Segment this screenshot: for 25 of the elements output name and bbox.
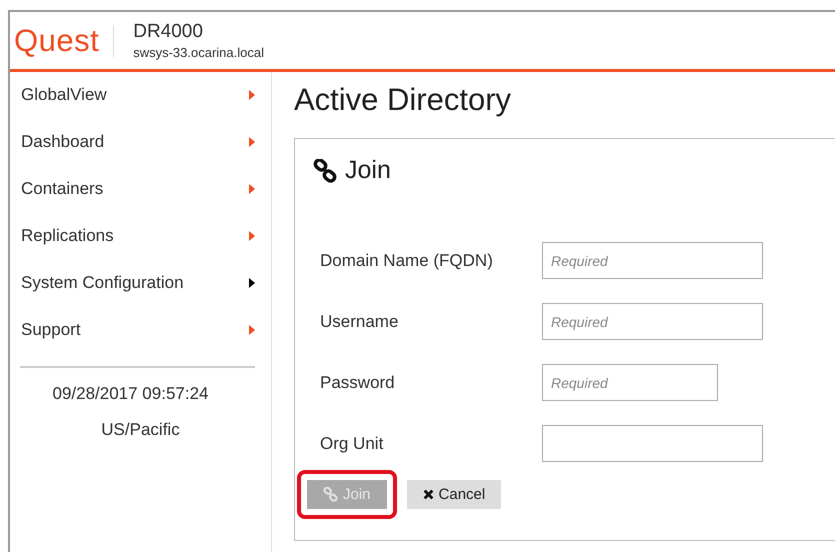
link-icon [313, 158, 337, 182]
sidebar-item[interactable]: Dashboard [10, 132, 271, 179]
timezone: US/Pacific [100, 420, 181, 440]
sidebar-item[interactable]: GlobalView [10, 85, 271, 132]
field-label: Domain Name (FQDN) [320, 250, 494, 270]
page-title: Active Directory [294, 82, 512, 118]
input-field[interactable]: Required [542, 303, 763, 340]
field-label: Password [320, 372, 396, 392]
field-label: Username [320, 312, 400, 332]
quest-logo: Quest [14, 24, 114, 56]
link-icon [323, 487, 338, 502]
input-field[interactable]: Required [542, 242, 763, 279]
product-name: DR4000 [133, 21, 204, 43]
input-field[interactable]: Required [542, 364, 718, 401]
sidebar-item[interactable]: Containers [10, 179, 271, 226]
sidebar-item[interactable]: Replications [10, 226, 271, 273]
date-time: 09/28/2017 09:57:24 [52, 384, 210, 404]
field-label: Org Unit [320, 434, 384, 454]
sidebar-item[interactable]: Support [10, 320, 271, 367]
input-field[interactable] [542, 425, 763, 462]
close-icon [422, 489, 434, 500]
panel-title: Join [345, 156, 391, 185]
host-name: swsys-33.ocarina.local [133, 45, 264, 60]
sidebar-item[interactable]: System Configuration [10, 273, 271, 320]
cancel-button[interactable]: Cancel [406, 480, 502, 509]
